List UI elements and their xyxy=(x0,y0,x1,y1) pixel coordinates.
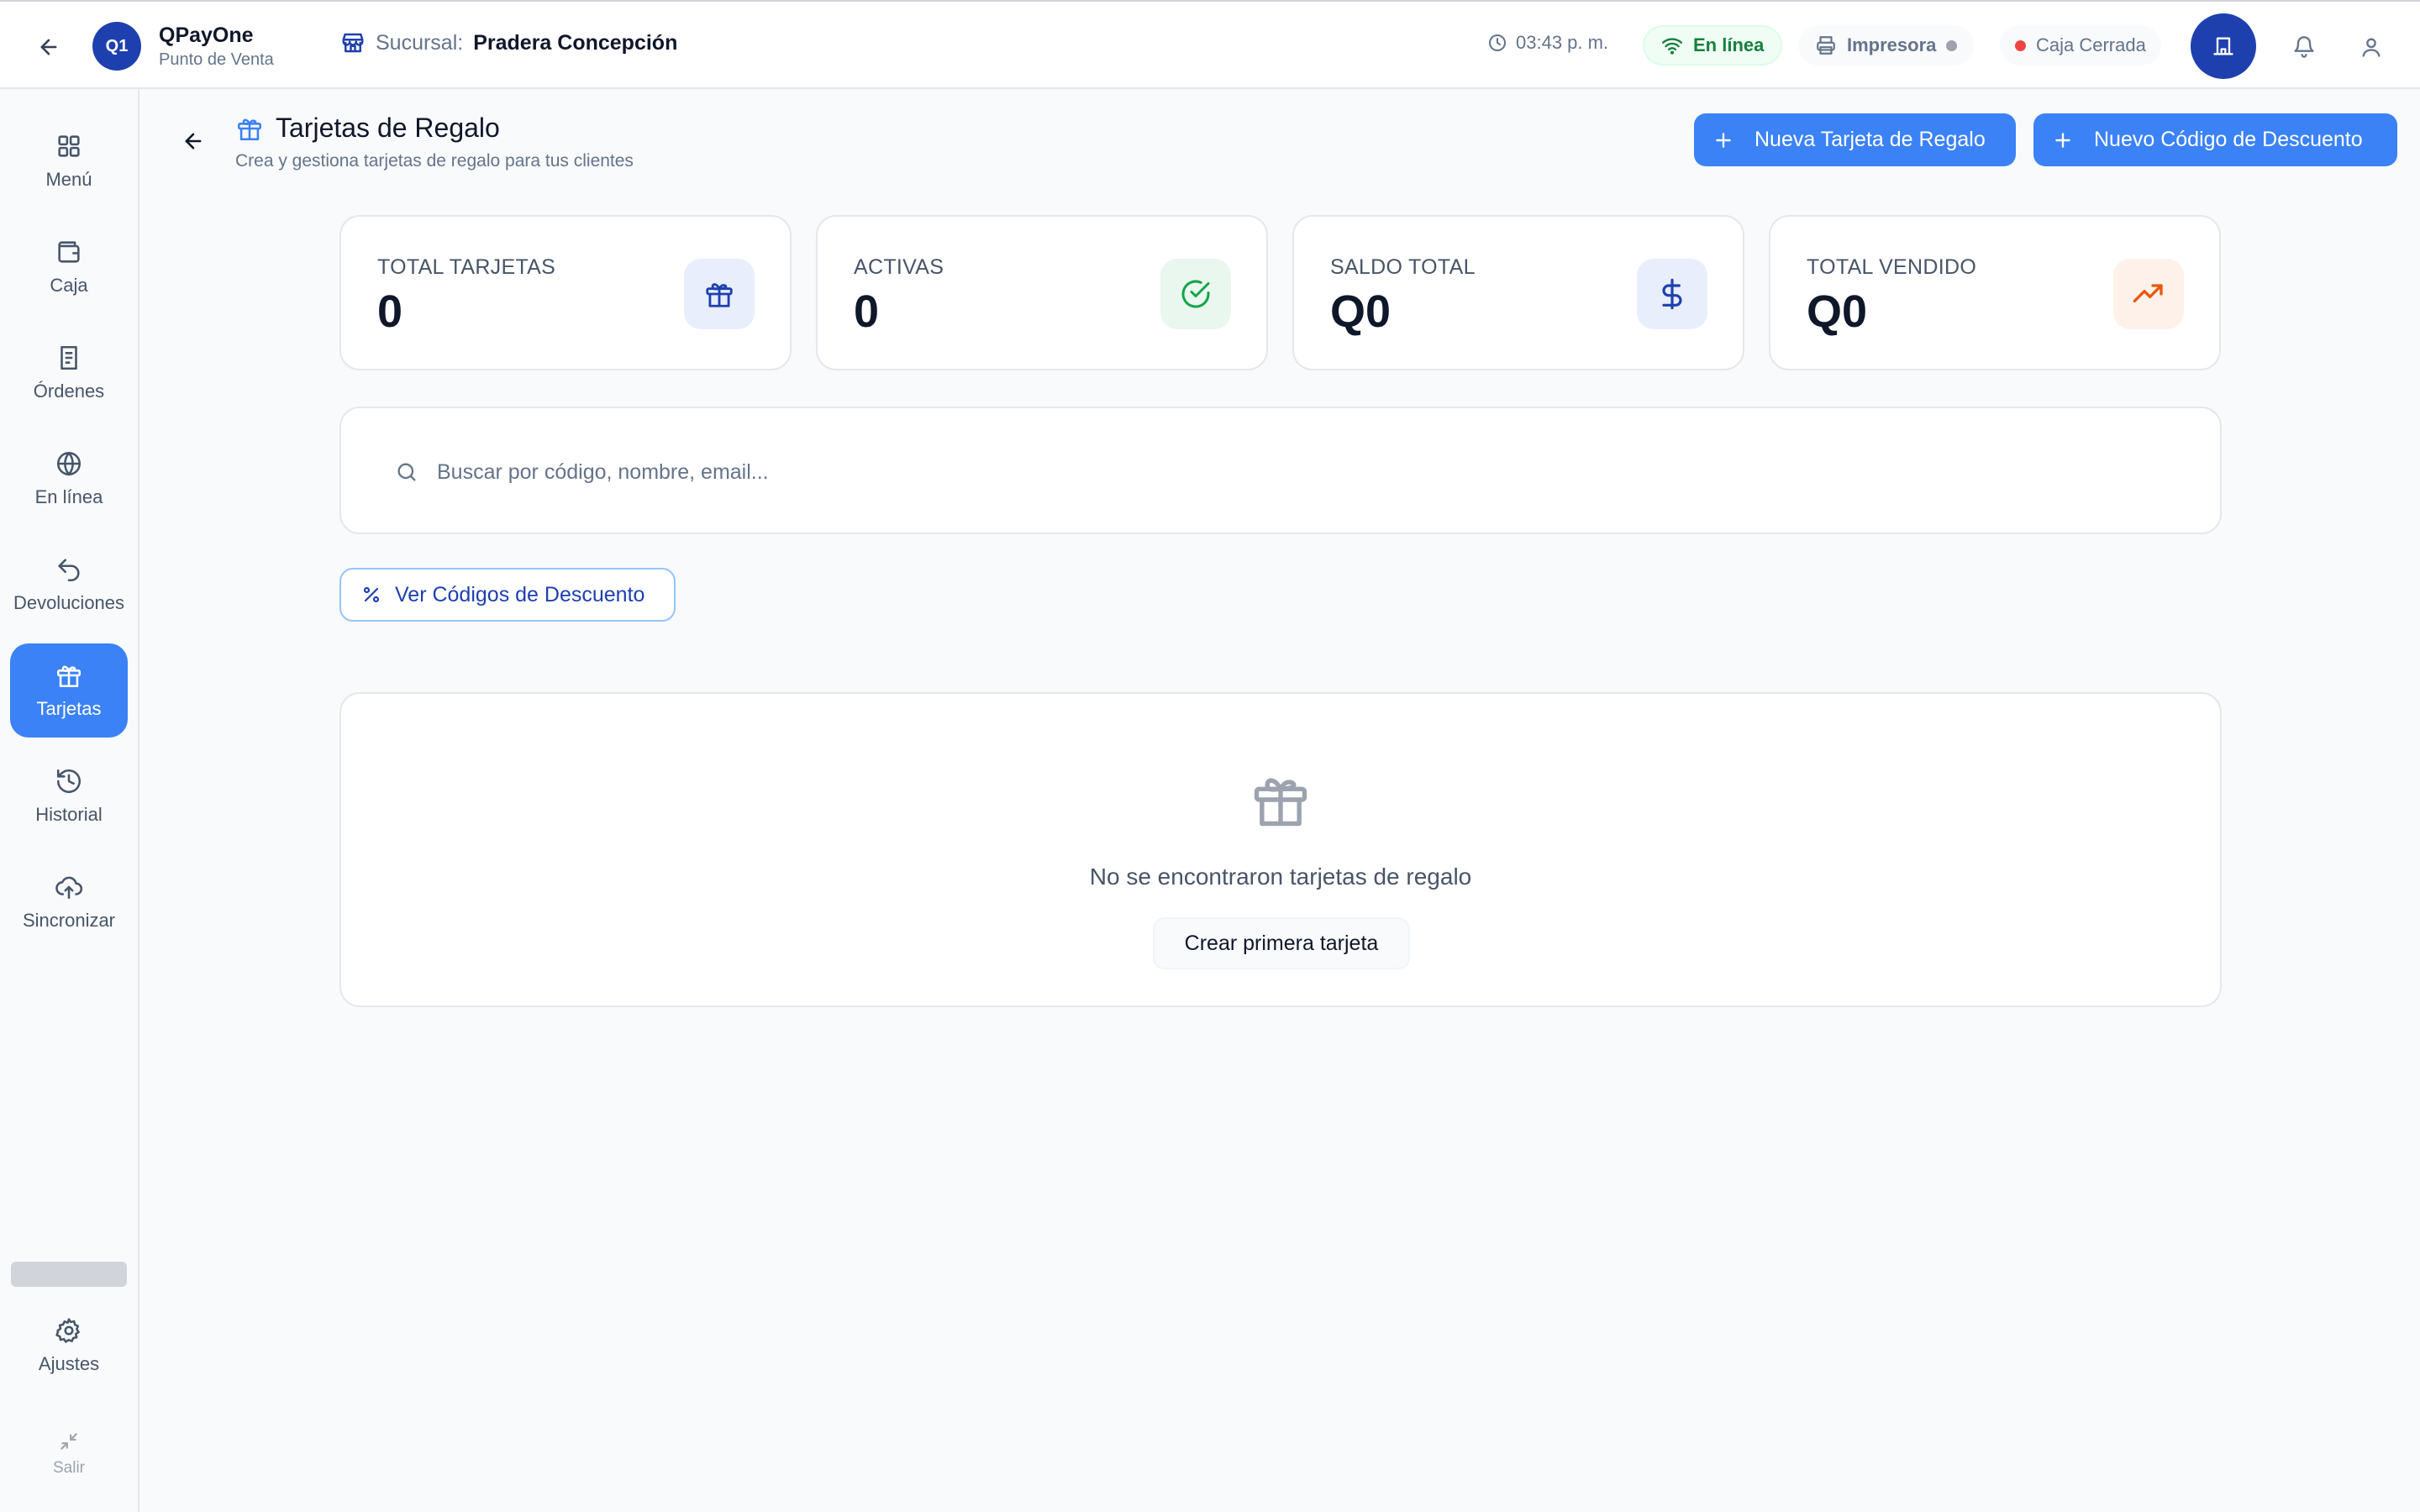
store-icon xyxy=(340,30,366,55)
sidebar-item-devoluciones[interactable]: Devoluciones xyxy=(10,538,128,632)
view-discount-codes-label: Ver Códigos de Descuento xyxy=(395,582,645,606)
wallet-icon xyxy=(55,238,83,266)
online-status-label: En línea xyxy=(1693,34,1765,55)
branch-info: Sucursal: Pradera Concepción xyxy=(340,30,677,55)
user-icon xyxy=(2360,35,2383,59)
grid-icon xyxy=(55,132,83,160)
minimize-icon xyxy=(58,1431,80,1452)
search-box xyxy=(339,407,2222,534)
online-status-badge: En línea xyxy=(1643,25,1783,66)
gear-icon xyxy=(55,1316,83,1345)
empty-state-card: No se encontraron tarjetas de regalo Cre… xyxy=(339,692,2222,1007)
page-title: Tarjetas de Regalo xyxy=(276,113,500,143)
gift-icon xyxy=(684,259,755,329)
sidebar-item-menu[interactable]: Menú xyxy=(10,114,128,208)
exit-button[interactable]: Salir xyxy=(10,1416,128,1492)
wifi-icon xyxy=(1661,34,1683,56)
new-discount-code-label: Nuevo Código de Descuento xyxy=(2094,128,2363,151)
sidebar-item-tarjetas[interactable]: Tarjetas xyxy=(10,643,128,738)
register-button[interactable] xyxy=(2191,13,2256,79)
sidebar-item-caja[interactable]: Caja xyxy=(10,220,128,314)
sidebar-item-label: Ajustes xyxy=(38,1353,100,1374)
stat-card-total-sold: TOTAL VENDIDO Q0 xyxy=(1769,215,2221,370)
cloud-upload-icon xyxy=(55,873,83,901)
clock-icon xyxy=(1487,33,1507,53)
page-subtitle: Crea y gestiona tarjetas de regalo para … xyxy=(235,151,634,171)
check-circle-icon xyxy=(1160,259,1231,329)
receipt-icon xyxy=(55,344,83,372)
stat-card-total-cards: TOTAL TARJETAS 0 xyxy=(339,215,792,370)
sidebar-item-ajustes[interactable]: Ajustes xyxy=(10,1299,128,1393)
create-first-card-button[interactable]: Crear primera tarjeta xyxy=(1153,917,1410,969)
trending-up-icon xyxy=(2113,259,2184,329)
new-gift-card-label: Nueva Tarjeta de Regalo xyxy=(1754,128,1986,151)
register-status-label: Caja Cerrada xyxy=(2036,34,2146,55)
percent-icon xyxy=(361,585,381,605)
top-header: Q1 QPayOne Punto de Venta Sucursal: Prad… xyxy=(0,0,2420,89)
stat-value: 0 xyxy=(854,286,880,337)
stat-label: SALDO TOTAL xyxy=(1330,255,1476,279)
brand-title: QPayOne xyxy=(159,24,254,47)
undo-icon xyxy=(55,555,83,584)
back-arrow-icon[interactable] xyxy=(32,30,66,64)
printer-label: Impresora xyxy=(1847,34,1937,55)
stat-value: 0 xyxy=(377,286,403,337)
sidebar-item-ordenes[interactable]: Órdenes xyxy=(10,326,128,420)
sidebar-item-label: Devoluciones xyxy=(13,592,125,613)
page-title-group: Tarjetas de Regalo xyxy=(235,113,500,144)
stat-card-total-balance: SALDO TOTAL Q0 xyxy=(1292,215,1744,370)
sidebar-item-historial[interactable]: Historial xyxy=(10,749,128,843)
branch-name: Pradera Concepción xyxy=(473,30,678,55)
stat-label: TOTAL TARJETAS xyxy=(377,255,556,279)
sidebar: Menú Caja Órdenes En línea Devoluciones … xyxy=(0,89,139,1512)
stat-label: TOTAL VENDIDO xyxy=(1807,255,1977,279)
globe-icon xyxy=(55,449,83,478)
plus-icon xyxy=(2052,129,2074,151)
sidebar-item-label: Menú xyxy=(45,169,92,190)
sidebar-item-en-linea[interactable]: En línea xyxy=(10,432,128,526)
stat-card-active: ACTIVAS 0 xyxy=(816,215,1268,370)
sidebar-item-label: Sincronizar xyxy=(22,910,116,931)
printer-status-dot xyxy=(1946,39,1958,51)
stat-label: ACTIVAS xyxy=(854,255,944,279)
brand-logo: Q1 xyxy=(92,22,141,71)
printer-icon xyxy=(1815,34,1837,56)
back-arrow-icon xyxy=(182,129,205,153)
clock-time: 03:43 p. m. xyxy=(1516,32,1609,53)
plus-icon xyxy=(1712,129,1734,151)
view-discount-codes-button[interactable]: Ver Códigos de Descuento xyxy=(339,568,676,622)
sidebar-item-sincronizar[interactable]: Sincronizar xyxy=(10,855,128,949)
sidebar-item-label: Caja xyxy=(50,275,88,296)
empty-state-message: No se encontraron tarjetas de regalo xyxy=(1089,864,1472,890)
user-button[interactable] xyxy=(2353,29,2390,66)
history-icon xyxy=(55,767,83,795)
brand-subtitle: Punto de Venta xyxy=(159,50,274,69)
loading-placeholder xyxy=(11,1262,127,1287)
new-discount-code-button[interactable]: Nuevo Código de Descuento xyxy=(2033,113,2397,166)
sidebar-item-label: Tarjetas xyxy=(36,698,102,719)
printer-status[interactable]: Impresora xyxy=(1798,25,1975,66)
page-back-button[interactable] xyxy=(176,124,210,158)
branch-label: Sucursal: xyxy=(376,30,464,55)
gift-icon xyxy=(1249,768,1313,832)
search-input[interactable] xyxy=(437,452,2185,492)
search-icon xyxy=(395,460,418,484)
stat-value: Q0 xyxy=(1330,286,1392,337)
register-status: Caja Cerrada xyxy=(2000,25,2161,66)
bell-icon xyxy=(2292,35,2316,59)
gift-icon xyxy=(55,661,83,690)
sidebar-item-label: En línea xyxy=(34,486,103,507)
sidebar-item-label: Historial xyxy=(35,804,103,825)
cash-register-icon xyxy=(2212,34,2235,58)
dollar-icon xyxy=(1637,259,1707,329)
new-gift-card-button[interactable]: Nueva Tarjeta de Regalo xyxy=(1694,113,2016,166)
exit-label: Salir xyxy=(52,1459,85,1477)
register-status-dot xyxy=(2015,39,2026,51)
gift-icon xyxy=(235,114,264,143)
clock: 03:43 p. m. xyxy=(1487,32,1608,54)
stat-value: Q0 xyxy=(1807,286,1868,337)
notifications-button[interactable] xyxy=(2286,29,2323,66)
sidebar-item-label: Órdenes xyxy=(33,381,105,402)
